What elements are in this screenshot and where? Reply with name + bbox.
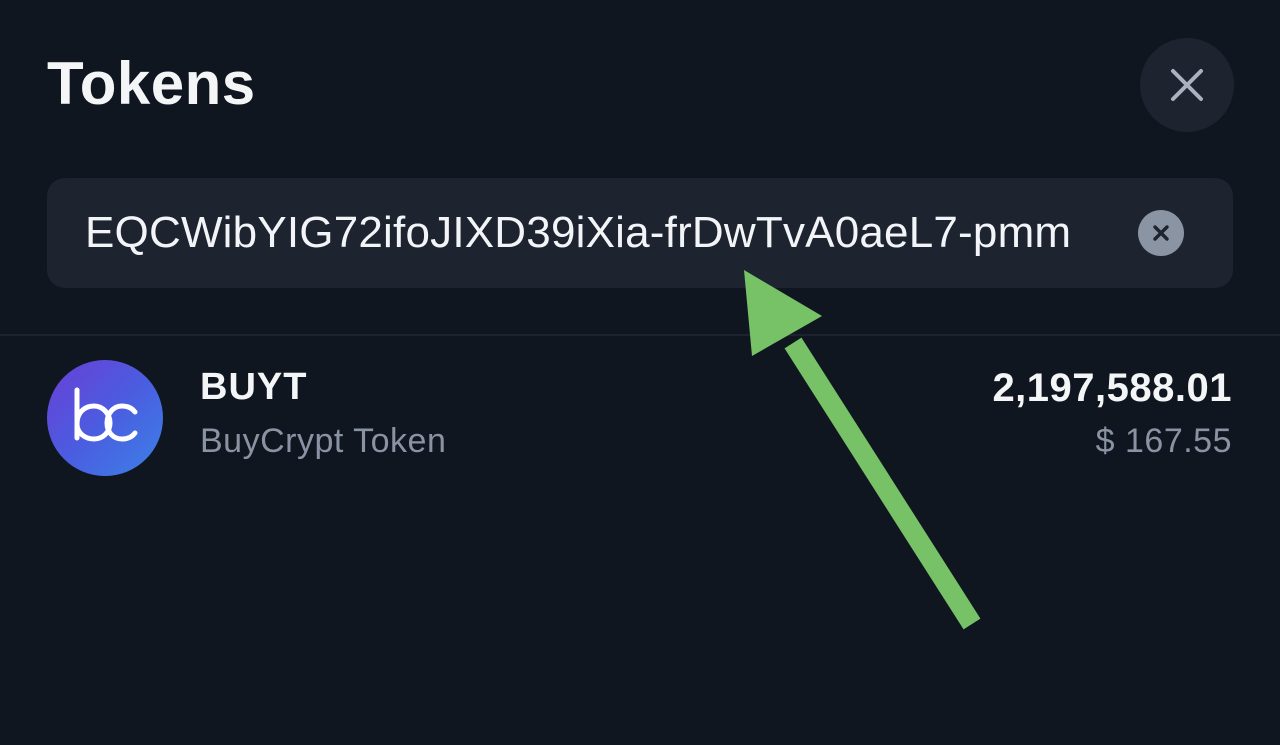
buycrypt-logo-glyph xyxy=(74,387,138,442)
divider xyxy=(0,334,1280,336)
token-amount: 2,197,588.01 xyxy=(992,366,1232,410)
token-list-item[interactable]: BUYT BuyCrypt Token 2,197,588.01 $ 167.5… xyxy=(0,350,1280,490)
token-name: BuyCrypt Token xyxy=(200,422,447,460)
buycrypt-logo-icon xyxy=(47,360,163,476)
header: Tokens xyxy=(0,0,1280,170)
tokens-screen: Tokens BUYT BuyCrypt Token 2,197,588.01 xyxy=(0,0,1280,745)
close-icon xyxy=(1171,69,1203,101)
clear-icon xyxy=(1153,225,1169,241)
search-box xyxy=(47,178,1233,288)
close-button[interactable] xyxy=(1140,38,1234,132)
page-title: Tokens xyxy=(47,50,256,117)
search-input[interactable] xyxy=(85,178,1147,288)
clear-search-button[interactable] xyxy=(1138,210,1184,256)
token-fiat-value: $ 167.55 xyxy=(1095,422,1232,460)
token-symbol: BUYT xyxy=(200,366,308,408)
